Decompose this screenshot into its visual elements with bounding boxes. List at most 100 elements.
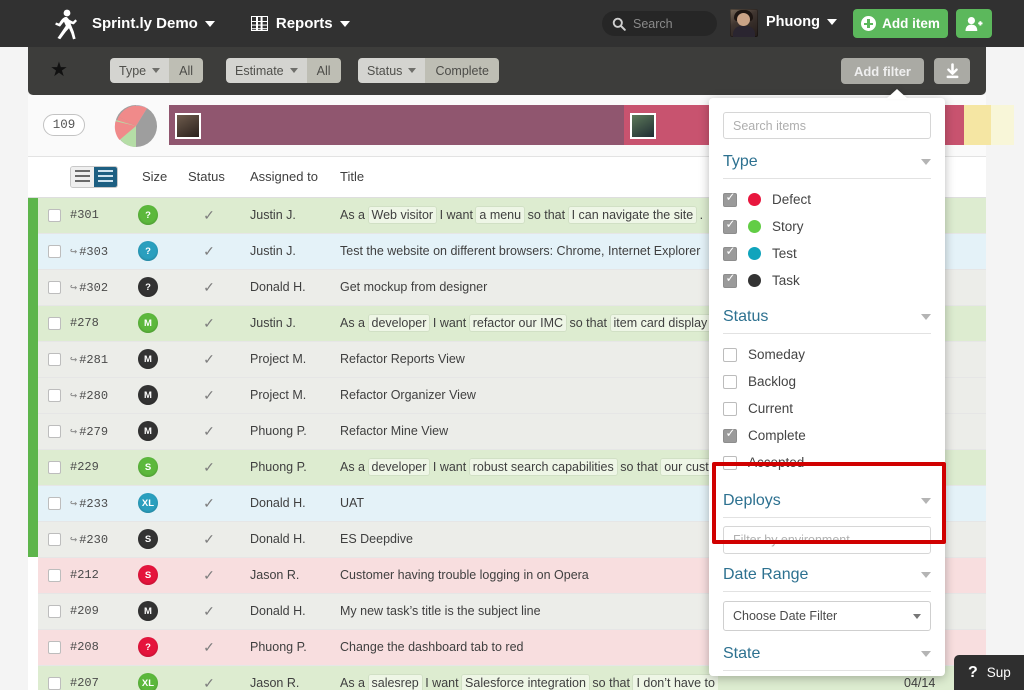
download-button[interactable] [934,58,970,84]
support-widget[interactable]: ? Sup [954,655,1024,690]
filter-type-value[interactable]: All [169,58,204,83]
chevron-down-icon[interactable] [921,159,931,165]
checkmark-icon[interactable]: ✓ [203,639,215,655]
checkbox[interactable] [723,455,737,470]
status-option-someday[interactable]: Someday [723,341,931,368]
row-checkbox[interactable] [48,568,61,582]
row-title[interactable]: Refactor Mine View [330,413,718,450]
row-id[interactable]: ↪ #233 [66,485,132,522]
select-all-header[interactable] [38,157,66,198]
row-title[interactable]: As a developer I want robust search capa… [330,449,718,486]
checkbox[interactable] [723,245,737,261]
filter-chip-status[interactable]: Status Complete [358,58,499,83]
row-id[interactable]: #229 [66,449,132,486]
row-title[interactable]: My new task’s title is the subject line [330,593,718,630]
checkbox[interactable] [723,347,737,362]
row-assignee[interactable]: Justin J. [240,305,330,342]
filter-chip-type[interactable]: Type All [110,58,204,83]
row-checkbox[interactable] [48,388,61,402]
section-header-deploys[interactable]: Deploys [723,492,931,510]
avatar[interactable] [730,9,758,37]
row-checkbox[interactable] [48,208,61,222]
row-title[interactable]: Refactor Reports View [330,341,718,378]
filter-chip-type-key[interactable]: Type [110,58,170,83]
row-assignee[interactable]: Phuong P. [240,629,330,666]
row-title[interactable]: ES Deepdive [330,521,718,558]
status-option-accepted[interactable]: Accepted [723,449,931,476]
row-checkbox[interactable] [48,532,61,546]
row-id[interactable]: ↪ #281 [66,341,132,378]
row-checkbox[interactable] [48,676,61,690]
size-badge[interactable]: S [138,529,158,549]
row-title[interactable]: Get mockup from designer [330,269,718,306]
type-option-task[interactable]: Task [723,267,931,294]
row-title[interactable]: As a Web visitor I want a menu so that I… [330,197,718,234]
section-header-date-range[interactable]: Date Range [723,566,931,584]
row-assignee[interactable]: Phuong P. [240,413,330,450]
size-badge[interactable]: M [138,385,158,405]
filter-chip-estimate-key[interactable]: Estimate [226,58,307,83]
row-id[interactable]: ↪ #303 [66,233,132,270]
row-checkbox[interactable] [48,496,61,510]
checkbox[interactable] [723,191,737,207]
detailed-view-icon[interactable] [94,166,117,187]
checkmark-icon[interactable]: ✓ [203,567,215,583]
progress-segment[interactable] [991,105,1014,145]
date-filter-select[interactable]: Choose Date Filter [723,601,931,631]
col-header-status[interactable]: Status [178,157,240,198]
checkmark-icon[interactable]: ✓ [203,279,215,295]
progress-segment[interactable] [964,105,991,145]
size-badge[interactable]: ? [138,277,158,297]
size-badge[interactable]: XL [138,493,158,513]
type-option-test[interactable]: Test [723,240,931,267]
checkmark-icon[interactable]: ✓ [203,207,215,223]
type-option-defect[interactable]: Defect [723,186,931,213]
row-assignee[interactable]: Jason R. [240,665,330,690]
checkmark-icon[interactable]: ✓ [203,315,215,331]
checkmark-icon[interactable]: ✓ [203,459,215,475]
row-id[interactable]: #301 [66,197,132,234]
size-badge[interactable]: M [138,601,158,621]
row-assignee[interactable]: Project M. [240,377,330,414]
row-title[interactable]: UAT [330,485,718,522]
row-title[interactable]: As a developer I want refactor our IMC s… [330,305,718,342]
filter-status-value[interactable]: Complete [425,58,499,83]
section-header-type[interactable]: Type [723,153,931,171]
checkmark-icon[interactable]: ✓ [203,603,215,619]
status-option-current[interactable]: Current [723,395,931,422]
search-input[interactable]: Search [602,11,717,36]
checkmark-icon[interactable]: ✓ [203,531,215,547]
filter-chip-estimate[interactable]: Estimate All [226,58,341,83]
checkmark-icon[interactable]: ✓ [203,495,215,511]
filter-estimate-value[interactable]: All [306,58,341,83]
size-badge[interactable]: ? [138,241,158,261]
col-header-title[interactable]: Title [330,157,718,198]
row-title[interactable]: Test the website on different browsers: … [330,233,718,270]
row-checkbox[interactable] [48,316,61,330]
size-badge[interactable]: S [138,565,158,585]
workspace-switcher[interactable]: Sprint.ly Demo [92,15,215,32]
checkmark-icon[interactable]: ✓ [203,675,215,690]
row-id[interactable]: ↪ #302 [66,269,132,306]
chevron-down-icon[interactable] [921,572,931,578]
size-badge[interactable]: XL [138,673,158,690]
row-checkbox[interactable] [48,280,61,294]
status-option-backlog[interactable]: Backlog [723,368,931,395]
dropdown-search-input[interactable] [723,112,931,139]
type-option-story[interactable]: Story [723,213,931,240]
row-title[interactable]: Change the dashboard tab to red [330,629,718,666]
checkbox[interactable] [723,401,737,416]
chevron-down-icon[interactable] [921,498,931,504]
add-filter-button[interactable]: Add filter [840,58,924,84]
checkbox[interactable] [723,374,737,389]
checkmark-icon[interactable]: ✓ [203,351,215,367]
size-badge[interactable]: S [138,457,158,477]
row-assignee[interactable]: Justin J. [240,197,330,234]
row-id[interactable]: #212 [66,557,132,594]
star-icon[interactable]: ★ [50,60,68,80]
checkbox[interactable] [723,218,737,234]
row-id[interactable]: ↪ #280 [66,377,132,414]
size-badge[interactable]: ? [138,205,158,225]
section-header-status[interactable]: Status [723,308,931,326]
size-badge[interactable]: M [138,313,158,333]
